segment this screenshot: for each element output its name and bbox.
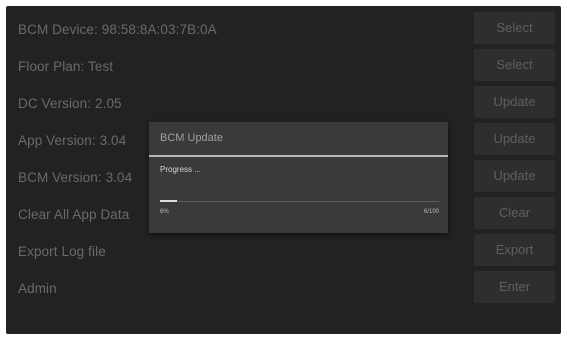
floor-plan-select-button[interactable]: Select	[474, 49, 555, 81]
floor-plan-label: Floor Plan: Test	[18, 59, 114, 74]
app-version-update-button[interactable]: Update	[474, 123, 555, 155]
export-log-button[interactable]: Export	[474, 234, 555, 266]
export-log-label: Export Log file	[18, 244, 106, 259]
bcm-device-label: BCM Device: 98:58:8A:03:7B:0A	[18, 22, 217, 37]
dialog-divider	[149, 155, 448, 157]
admin-enter-button[interactable]: Enter	[474, 271, 555, 303]
admin-label: Admin	[18, 281, 57, 296]
progress-percent: 6%	[160, 209, 169, 215]
app-version-label: App Version: 3.04	[18, 133, 127, 148]
clear-app-data-button[interactable]: Clear	[474, 197, 555, 229]
progress-count: 6/100	[423, 209, 439, 215]
clear-app-data-label: Clear All App Data	[18, 207, 130, 222]
bcm-device-select-button[interactable]: Select	[474, 12, 555, 44]
dc-version-label: DC Version: 2.05	[18, 96, 122, 111]
settings-screen: BCM Device: 98:58:8A:03:7B:0A Select Flo…	[6, 6, 561, 334]
bcm-update-dialog: BCM Update Progress ... 6% 6/100	[149, 122, 448, 233]
progress-bar-fill	[160, 200, 177, 202]
dc-version-update-button[interactable]: Update	[474, 86, 555, 118]
bcm-version-update-button[interactable]: Update	[474, 160, 555, 192]
dialog-message: Progress ...	[160, 165, 201, 174]
bcm-version-label: BCM Version: 3.04	[18, 170, 133, 185]
dialog-title: BCM Update	[160, 132, 223, 144]
progress-bar	[160, 200, 439, 202]
